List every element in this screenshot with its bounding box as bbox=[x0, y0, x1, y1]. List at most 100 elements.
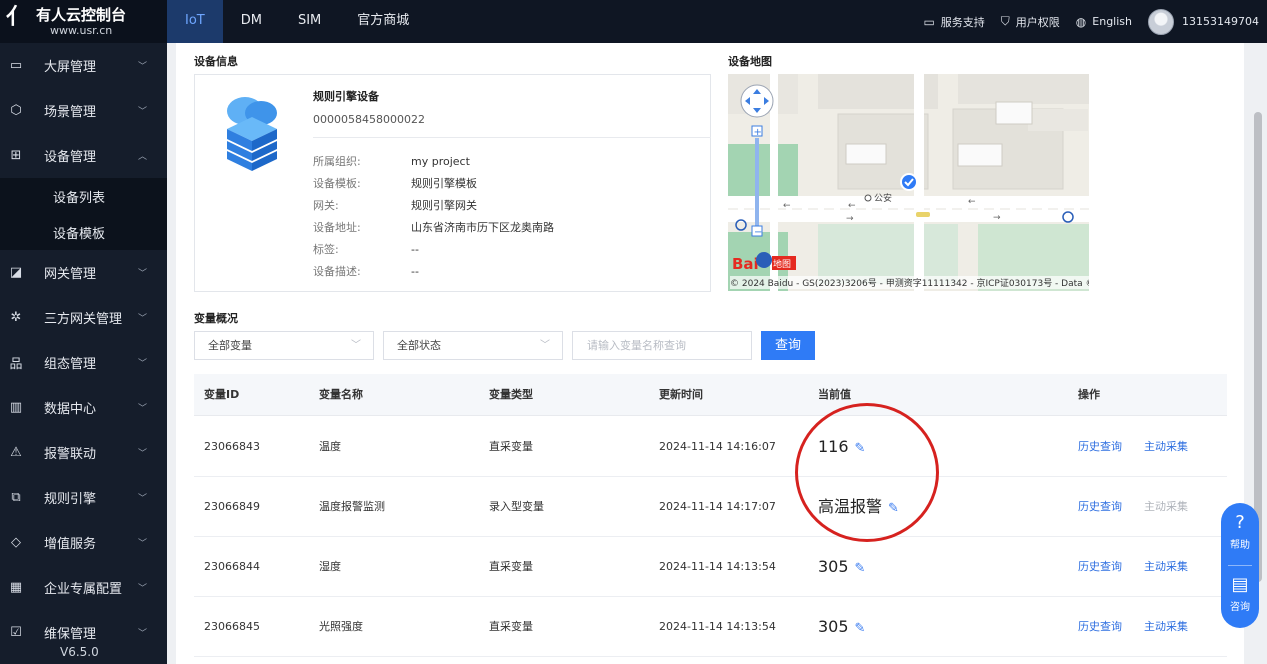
table-row: 23066843 温度 直采变量 2024-11-14 14:16:07 116… bbox=[194, 417, 1227, 477]
sidebar-subitem-device-list[interactable]: 设备列表 bbox=[0, 178, 167, 214]
map-canvas[interactable]: ← ← ← → → 公安 + − Bai 地图 bbox=[728, 74, 1089, 291]
collect-link[interactable]: 主动采集 bbox=[1144, 537, 1188, 596]
query-button[interactable]: 查询 bbox=[761, 331, 815, 360]
cell-name: 温度报警监测 bbox=[319, 500, 385, 513]
cell-id: 23066849 bbox=[204, 500, 260, 513]
consult-button[interactable]: ▤ 咨询 bbox=[1221, 574, 1259, 614]
device-map[interactable]: ← ← ← → → 公安 + − Bai 地图 © 2024 Baidu - G… bbox=[728, 74, 1089, 291]
language-switch[interactable]: ◍ English bbox=[1076, 15, 1132, 29]
language-label: English bbox=[1092, 15, 1133, 28]
permission-link[interactable]: ⛉ 用户权限 bbox=[1001, 14, 1060, 30]
field-address: 设备地址: 山东省济南市历下区龙奥南路 bbox=[313, 221, 554, 234]
tab-dm[interactable]: DM bbox=[223, 0, 280, 43]
support-link[interactable]: ▭ 服务支持 bbox=[923, 14, 984, 30]
question-icon: ? bbox=[1235, 512, 1245, 533]
cell-type: 直采变量 bbox=[489, 440, 533, 453]
collect-link[interactable]: 主动采集 bbox=[1144, 417, 1188, 476]
field-template: 设备模板: 规则引擎模板 bbox=[313, 177, 477, 190]
map-marker-icon[interactable] bbox=[900, 173, 918, 191]
network-icon: ✲ bbox=[10, 310, 22, 325]
variables-title: 变量概况 bbox=[194, 312, 238, 325]
sidebar-item-config[interactable]: 品 组态管理 ﹀ bbox=[0, 340, 167, 385]
history-link[interactable]: 历史查询 bbox=[1078, 477, 1122, 536]
history-link[interactable]: 历史查询 bbox=[1078, 597, 1122, 656]
svg-text:+: + bbox=[754, 127, 762, 138]
svg-text:→: → bbox=[993, 213, 1001, 223]
svg-text:←: ← bbox=[783, 201, 791, 211]
sidebar-item-label: 数据中心 bbox=[44, 402, 97, 417]
main-content: 设备信息 规则引擎设备 0000058458000022 所属组织: my pro… bbox=[176, 43, 1244, 664]
sidebar-item-scene[interactable]: ⬡ 场景管理 ﹀ bbox=[0, 88, 167, 133]
top-right-menu: ▭ 服务支持 ⛉ 用户权限 ◍ English 13153149704 bbox=[907, 0, 1259, 43]
sidebar-item-label: 增值服务 bbox=[44, 537, 97, 552]
cell-value: 305 ✎ bbox=[818, 597, 865, 658]
cell-name: 湿度 bbox=[319, 560, 341, 573]
username: 13153149704 bbox=[1182, 15, 1259, 28]
document-icon: ▤ bbox=[1231, 574, 1249, 595]
cell-name: 光照强度 bbox=[319, 620, 363, 633]
help-button[interactable]: ? 帮助 bbox=[1221, 512, 1259, 552]
sidebar-item-gateway[interactable]: ◪ 网关管理 ﹀ bbox=[0, 250, 167, 295]
sidebar-item-label: 企业专属配置 bbox=[44, 582, 123, 597]
edit-icon[interactable]: ✎ bbox=[855, 539, 866, 598]
sidebar-item-value-added[interactable]: ◇ 增值服务 ﹀ bbox=[0, 520, 167, 565]
tab-store[interactable]: 官方商城 bbox=[339, 0, 427, 43]
variable-filter-select[interactable]: 全部变量 ﹀ bbox=[194, 331, 374, 360]
tab-sim[interactable]: SIM bbox=[280, 0, 339, 43]
tab-iot[interactable]: IoT bbox=[167, 0, 223, 43]
chevron-up-icon: ︿ bbox=[137, 152, 147, 162]
top-bar: 亻 有人云控制台 www.usr.cn IoT DM SIM 官方商城 ▭ 服务… bbox=[0, 0, 1267, 43]
sidebar-item-label: 维保管理 bbox=[44, 627, 97, 642]
rules-icon: ⧉ bbox=[11, 490, 21, 505]
svg-text:←: ← bbox=[848, 201, 856, 211]
sidebar-item-screen[interactable]: ▭ 大屏管理 ﹀ bbox=[0, 43, 167, 88]
history-link[interactable]: 历史查询 bbox=[1078, 537, 1122, 596]
globe-icon: ◍ bbox=[1075, 14, 1087, 29]
help-label: 帮助 bbox=[1230, 540, 1250, 551]
help-float-panel: ? 帮助 ▤ 咨询 bbox=[1221, 503, 1259, 628]
sidebar-item-third-gateway[interactable]: ✲ 三方网关管理 ﹀ bbox=[0, 295, 167, 340]
app-url: www.usr.cn bbox=[50, 24, 113, 37]
cell-type: 直采变量 bbox=[489, 560, 533, 573]
device-cloud-icon bbox=[227, 97, 277, 171]
cell-name: 温度 bbox=[319, 440, 341, 453]
svg-text:→: → bbox=[846, 214, 854, 224]
col-name: 变量名称 bbox=[319, 388, 363, 401]
col-time: 更新时间 bbox=[659, 388, 703, 401]
logo-mark-icon: 亻 bbox=[6, 5, 29, 30]
sidebar-item-label: 设备管理 bbox=[44, 150, 97, 165]
svg-text:−: − bbox=[754, 227, 762, 238]
device-grid-icon: ⊞ bbox=[10, 148, 22, 163]
history-link[interactable]: 历史查询 bbox=[1078, 417, 1122, 476]
chevron-down-icon: ﹀ bbox=[137, 404, 147, 414]
edit-icon[interactable]: ✎ bbox=[855, 599, 866, 658]
cell-id: 23066845 bbox=[204, 620, 260, 633]
table-header: 变量ID 变量名称 变量类型 更新时间 当前值 操作 bbox=[194, 374, 1227, 416]
sidebar-item-alarm[interactable]: ⚠ 报警联动 ﹀ bbox=[0, 430, 167, 475]
status-filter-select[interactable]: 全部状态 ﹀ bbox=[383, 331, 563, 360]
logo[interactable]: 亻 有人云控制台 www.usr.cn bbox=[0, 0, 167, 43]
col-ops: 操作 bbox=[1078, 388, 1100, 401]
cell-id: 23066844 bbox=[204, 560, 260, 573]
top-nav: IoT DM SIM 官方商城 bbox=[167, 0, 427, 43]
chevron-down-icon: ﹀ bbox=[137, 584, 147, 594]
variable-search-input[interactable]: 请输入变量名称查询 bbox=[572, 331, 752, 360]
collect-link[interactable]: 主动采集 bbox=[1144, 597, 1188, 656]
chevron-down-icon: ﹀ bbox=[137, 269, 147, 279]
user-menu[interactable]: 13153149704 bbox=[1148, 8, 1259, 35]
chevron-down-icon: ﹀ bbox=[137, 494, 147, 504]
chevron-down-icon: ﹀ bbox=[137, 107, 147, 117]
sidebar-subitem-device-template[interactable]: 设备模板 bbox=[0, 214, 167, 250]
sidebar-item-data-center[interactable]: ▥ 数据中心 ﹀ bbox=[0, 385, 167, 430]
field-description: 设备描述: -- bbox=[313, 265, 419, 278]
sidebar-item-enterprise[interactable]: ▦ 企业专属配置 ﹀ bbox=[0, 565, 167, 610]
cell-time: 2024-11-14 14:17:07 bbox=[659, 500, 776, 513]
chevron-down-icon: ﹀ bbox=[540, 340, 550, 351]
sidebar-item-rules[interactable]: ⧉ 规则引擎 ﹀ bbox=[0, 475, 167, 520]
version-label: V6.5.0 bbox=[60, 645, 99, 659]
svg-text:←: ← bbox=[968, 197, 976, 207]
sidebar-item-device[interactable]: ⊞ 设备管理 ︿ bbox=[0, 133, 167, 178]
sidebar-item-label: 报警联动 bbox=[44, 447, 97, 462]
cell-value: 305 ✎ bbox=[818, 537, 865, 598]
cell-time: 2024-11-14 14:13:54 bbox=[659, 560, 776, 573]
